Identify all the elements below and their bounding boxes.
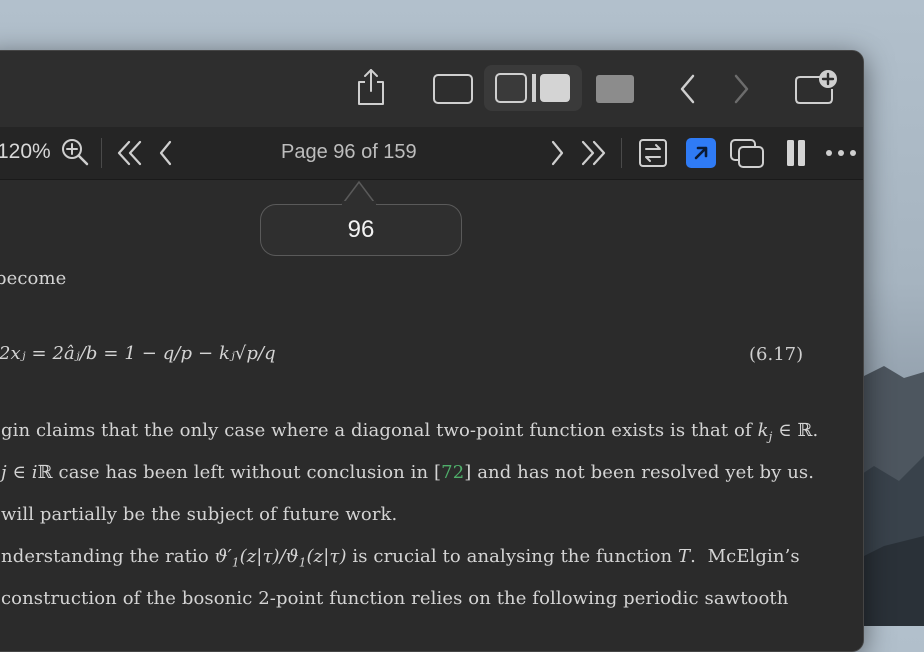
new-tab-icon <box>795 70 837 104</box>
double-chevron-right-icon <box>581 140 606 166</box>
more-button[interactable] <box>823 141 859 165</box>
chevron-left-icon <box>159 140 172 166</box>
title-bar <box>0 51 863 127</box>
single-page-button[interactable] <box>431 71 475 107</box>
pause-icon <box>787 140 805 166</box>
new-tab-button[interactable] <box>791 67 841 107</box>
equation-number: (6.17) <box>749 344 804 365</box>
zoom-level[interactable]: 120% <box>0 139 51 165</box>
citation-link[interactable]: 72 <box>441 462 464 483</box>
link-arrow-icon <box>694 146 708 160</box>
equation-6-17: 2xⱼ = 2âⱼ/b = 1 − q/p − kⱼ√p/q <box>0 343 276 364</box>
popup-pointer-cover <box>342 201 376 209</box>
text-line-3: gin claims that the only case where a di… <box>1 420 819 444</box>
sync-button[interactable] <box>637 137 669 169</box>
text-line-7: construction of the bosonic 2-point func… <box>1 588 789 609</box>
chevron-right-icon <box>551 140 564 166</box>
text-line-1: become <box>0 268 67 289</box>
link-button[interactable] <box>686 138 716 168</box>
toolbar-divider <box>621 138 622 168</box>
chevron-left-icon <box>680 74 695 104</box>
overlay-button[interactable] <box>729 136 765 170</box>
two-page-button[interactable] <box>484 65 582 111</box>
continuous-scroll-button[interactable] <box>593 71 637 107</box>
text-line-4: j ∈ iℝ case has been left without conclu… <box>1 462 815 483</box>
first-page-button[interactable] <box>115 138 145 168</box>
forward-button[interactable] <box>726 71 756 107</box>
zoom-in-icon <box>62 139 89 166</box>
sync-icon <box>639 139 667 167</box>
pause-button[interactable] <box>784 137 808 169</box>
previous-page-button[interactable] <box>156 138 176 168</box>
single-page-icon <box>433 74 473 104</box>
page-indicator[interactable]: Page 96 of 159 <box>281 139 417 165</box>
share-button[interactable] <box>351 65 391 109</box>
double-chevron-left-icon <box>117 140 142 166</box>
next-page-button[interactable] <box>547 138 567 168</box>
two-page-icon <box>495 73 570 103</box>
zoom-in-button[interactable] <box>60 137 90 167</box>
navigation-toolbar: 120% Page 96 of 159 <box>0 127 863 180</box>
back-button[interactable] <box>673 71 703 107</box>
popup-page-number: 96 <box>347 216 375 243</box>
chevron-right-icon <box>734 74 749 104</box>
pdf-viewer-window: 120% Page 96 of 159 become 2xⱼ = 2âⱼ/b =… <box>0 50 864 652</box>
page-number-popup[interactable]: 96 <box>260 204 462 256</box>
more-icon <box>826 150 856 156</box>
overlay-windows-icon <box>730 139 764 168</box>
share-icon <box>358 69 384 105</box>
last-page-button[interactable] <box>578 138 608 168</box>
text-line-5: will partially be the subject of future … <box>1 504 398 525</box>
text-line-6: nderstanding the ratio ϑ′1(z|τ)/ϑ1(z|τ) … <box>1 546 800 570</box>
toolbar-divider <box>101 138 102 168</box>
continuous-scroll-icon <box>596 75 634 103</box>
